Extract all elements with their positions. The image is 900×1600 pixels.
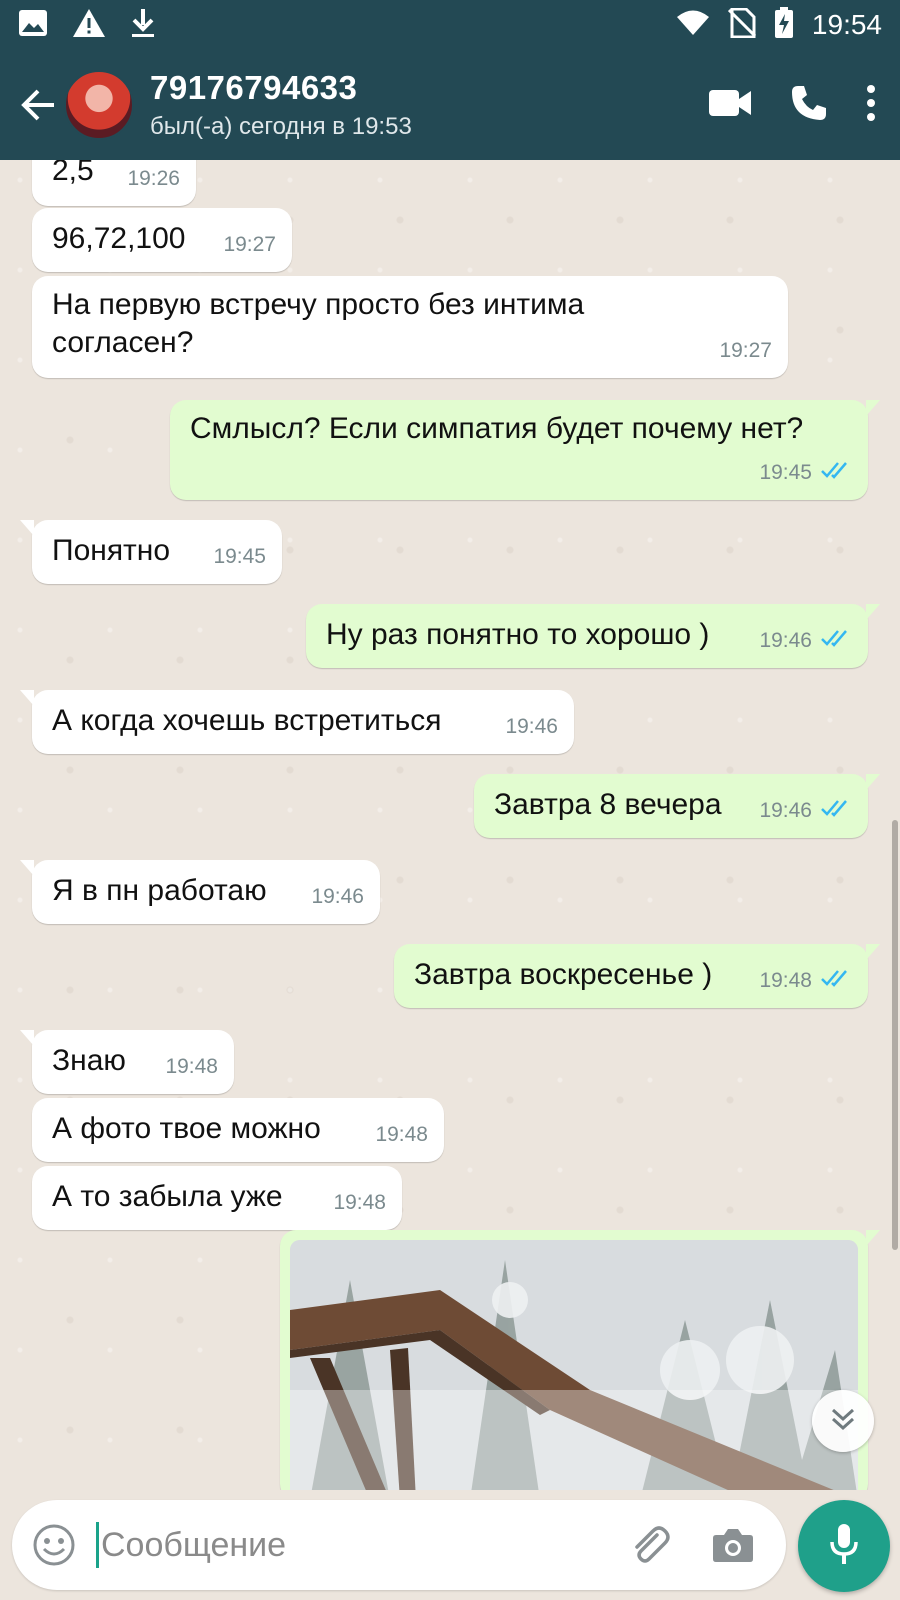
message-incoming[interactable]: 96,72,100 19:27 [32,208,292,272]
emoji-icon[interactable] [30,1521,78,1569]
message-time: 19:46 [311,885,364,908]
phone-icon[interactable] [790,84,828,127]
microphone-icon [829,1522,859,1571]
battery-charging-icon [774,6,794,44]
message-incoming[interactable]: Понятно 19:45 [20,520,282,584]
text-caret [96,1522,99,1568]
message-time: 19:48 [375,1123,428,1146]
camera-icon[interactable] [708,1520,758,1570]
double-chevron-down-icon [830,1407,856,1436]
image-icon [18,9,48,42]
message-time: 19:27 [223,233,276,256]
chat-header: 79176794633 был(-а) сегодня в 19:53 [0,50,900,160]
avatar[interactable] [64,70,134,140]
download-icon [130,8,156,43]
contact-info[interactable]: 79176794633 был(-а) сегодня в 19:53 [150,69,412,141]
mic-button[interactable] [798,1500,890,1592]
contact-name: 79176794633 [150,69,358,106]
message-outgoing-image[interactable] [280,1230,880,1490]
message-time: 19:45 [213,545,266,568]
message-time: 19:48 [333,1191,386,1214]
more-vert-icon[interactable] [866,84,876,126]
message-incoming[interactable]: 2,5 19:26 [32,160,196,206]
attach-icon[interactable] [624,1520,674,1570]
message-list[interactable]: 2,5 19:26 96,72,100 19:27 На первую встр… [0,160,900,1490]
status-time: 19:54 [811,9,882,40]
composer-bar [0,1490,900,1600]
read-ticks-icon [820,454,852,492]
video-call-icon[interactable] [708,88,752,123]
message-outgoing[interactable]: Смлысл? Если симпатия будет почему нет? … [170,400,880,500]
message-outgoing[interactable]: Завтра 8 вечера 19:46 [474,774,880,838]
message-outgoing[interactable]: Ну раз понятно то хорошо ) 19:46 [306,604,880,668]
snowy-trees-photo[interactable] [290,1240,858,1490]
read-ticks-icon [820,962,852,1000]
message-incoming[interactable]: А то забыла уже 19:48 [32,1166,402,1230]
message-incoming[interactable]: А когда хочешь встретиться 19:46 [20,690,574,754]
warning-icon [72,8,106,43]
wifi-icon [676,10,710,41]
status-bar: 19:54 [0,0,900,50]
message-time: 19:48 [165,1055,218,1078]
read-ticks-icon [820,792,852,830]
read-ticks-icon [820,622,852,660]
composer [12,1500,786,1590]
message-incoming[interactable]: Я в пн работаю 19:46 [20,860,380,924]
message-incoming[interactable]: А фото твое можно 19:48 [32,1098,444,1162]
scrollbar[interactable] [892,820,898,1250]
message-time: 19:48 [759,969,812,992]
message-incoming[interactable]: На первую встречу просто без интима согл… [32,276,788,378]
message-time: 19:27 [719,339,772,362]
message-time: 19:46 [505,715,558,738]
message-time: 19:45 [759,461,812,484]
message-input[interactable] [101,1525,601,1565]
last-seen-status: был(-а) сегодня в 19:53 [150,113,412,140]
message-time: 19:46 [759,799,812,822]
scroll-to-bottom-button[interactable] [812,1390,874,1452]
no-sim-icon [727,7,756,43]
back-arrow-icon[interactable] [8,75,68,135]
message-time: 19:26 [127,167,180,190]
message-outgoing[interactable]: Завтра воскресенье ) 19:48 [394,944,880,1008]
message-incoming[interactable]: Знаю 19:48 [20,1030,234,1094]
message-time: 19:46 [759,629,812,652]
